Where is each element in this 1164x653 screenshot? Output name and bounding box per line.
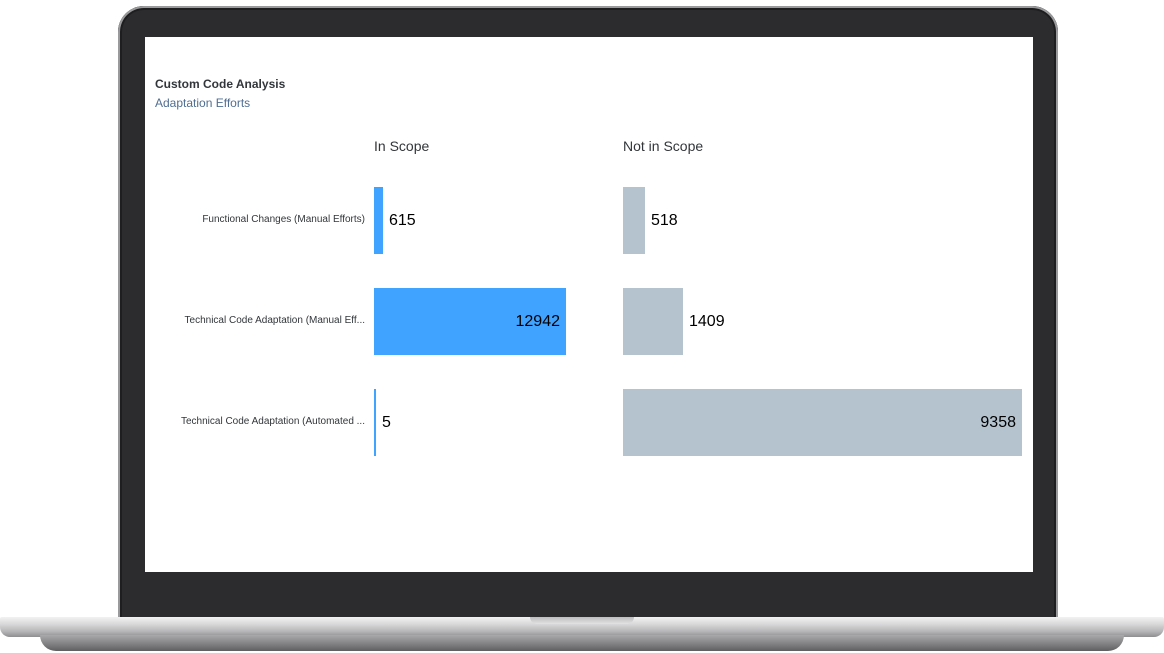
- value-label: 9358: [980, 413, 1016, 431]
- card-title: Custom Code Analysis: [155, 77, 286, 91]
- bar[interactable]: [623, 187, 645, 254]
- value-label: 5: [382, 413, 391, 431]
- series-header: In Scope: [374, 138, 430, 154]
- laptop-screen: Custom Code Analysis Adaptation Efforts …: [145, 37, 1033, 572]
- value-label: 12942: [515, 312, 561, 330]
- card-subtitle: Adaptation Efforts: [155, 96, 251, 110]
- category-label: Functional Changes (Manual Efforts): [202, 213, 365, 225]
- value-label: 518: [651, 211, 678, 229]
- category-label: Technical Code Adaptation (Manual Eff...: [184, 314, 365, 326]
- category-label: Technical Code Adaptation (Automated ...: [180, 415, 365, 427]
- value-label: 615: [389, 211, 416, 229]
- value-label: 1409: [689, 312, 725, 330]
- bar[interactable]: [374, 389, 376, 456]
- series-header: Not in Scope: [623, 138, 704, 154]
- bar[interactable]: [374, 187, 383, 254]
- bar[interactable]: [623, 288, 683, 355]
- laptop-base-lip: [40, 635, 1124, 651]
- laptop-notch: [530, 617, 634, 624]
